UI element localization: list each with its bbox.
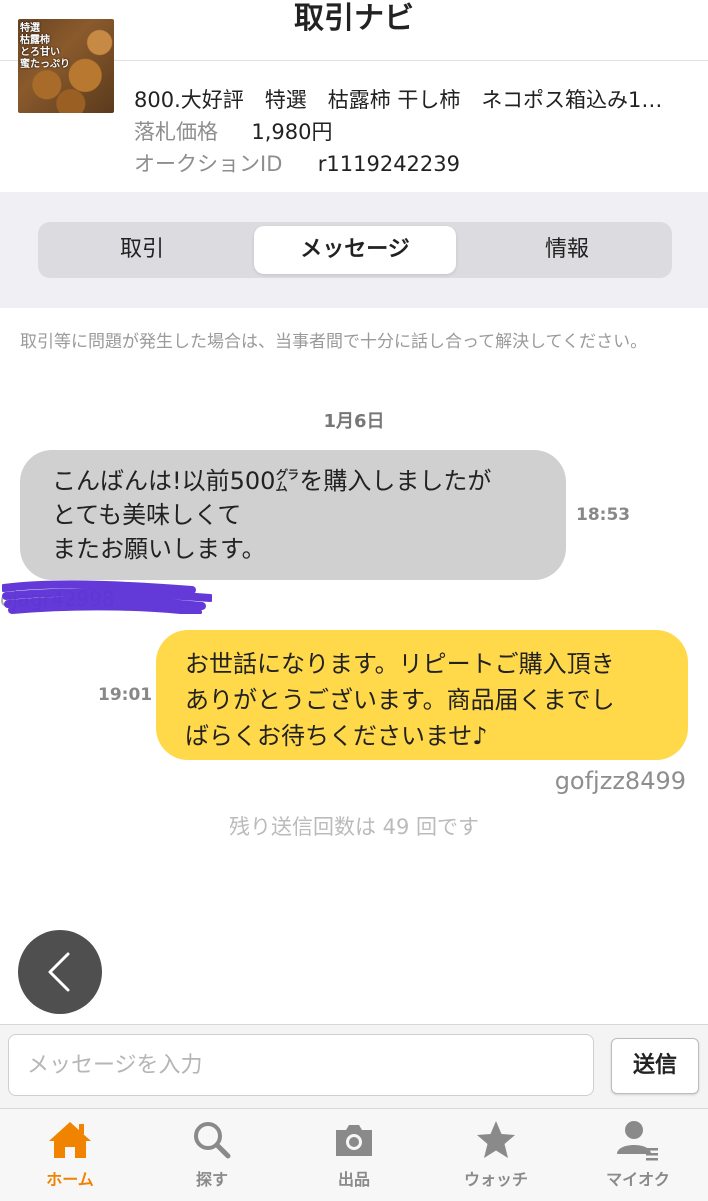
price-value: 1,980円 [251, 120, 333, 144]
user-icon [617, 1121, 658, 1161]
outgoing-message-text: お世話になります。リピートご購入頂き ありがとうございます。商品届くまでし ばら… [185, 650, 615, 750]
redaction-scribble [2, 580, 212, 614]
message-input[interactable] [8, 1034, 594, 1096]
tab-info[interactable]: 情報 [466, 226, 668, 274]
outgoing-sender-id: gofjzz8499 [554, 767, 686, 795]
tabbar-search-label: 探す [195, 1170, 228, 1189]
item-thumbnail[interactable]: 特選 枯露柿 とろ甘い 蜜たっぷり [18, 19, 114, 113]
star-icon [477, 1121, 515, 1158]
tab-transaction[interactable]: 取引 [42, 226, 242, 274]
tabbar-my-auction-label: マイオク [606, 1170, 670, 1189]
search-icon [194, 1122, 231, 1159]
tabbar-home[interactable]: ホーム [10, 1118, 130, 1198]
price-label: 落札価格 [134, 120, 218, 144]
camera-icon [336, 1125, 372, 1156]
tab-message[interactable]: メッセージ [254, 226, 456, 274]
item-auction-id-row: オークションID r1119242239 [134, 148, 460, 178]
send-button[interactable]: 送信 [611, 1038, 699, 1094]
home-icon [49, 1122, 91, 1158]
notice-text: 取引等に問題が発生した場合は、当事者間で十分に話し合って解決してください。 [20, 332, 648, 352]
tabbar-watch-label: ウォッチ [463, 1170, 528, 1189]
outgoing-message-time: 19:01 [98, 685, 153, 705]
remaining-count: 残り送信回数は 49 回です [228, 815, 480, 839]
auction-id-label: オークションID [134, 152, 283, 176]
message-date: 1月6日 [323, 411, 385, 432]
incoming-message-time: 18:53 [576, 505, 631, 525]
tabbar-search[interactable]: 探す [152, 1118, 272, 1198]
chevron-left-icon [48, 952, 70, 992]
back-button[interactable] [18, 930, 102, 1014]
tabbar-my-auction[interactable]: マイオク [578, 1118, 698, 1198]
incoming-message-text: こんばんは!以前500㌘を購入しましたが とても美味しくて またお願いします。 [52, 467, 492, 563]
tabbar-sell[interactable]: 出品 [294, 1118, 414, 1198]
item-price-row: 落札価格 1,980円 [134, 116, 333, 146]
tabbar-watch[interactable]: ウォッチ [436, 1118, 556, 1198]
auction-id-value: r1119242239 [317, 152, 460, 176]
thumbnail-caption: 特選 枯露柿 とろ甘い 蜜たっぷり [20, 23, 70, 70]
tabbar-home-label: ホーム [46, 1170, 94, 1189]
item-title: 800.大好評 特選 枯露柿 干し柿 ネコポス箱込み1… [134, 88, 663, 112]
tabbar-sell-label: 出品 [337, 1170, 370, 1189]
